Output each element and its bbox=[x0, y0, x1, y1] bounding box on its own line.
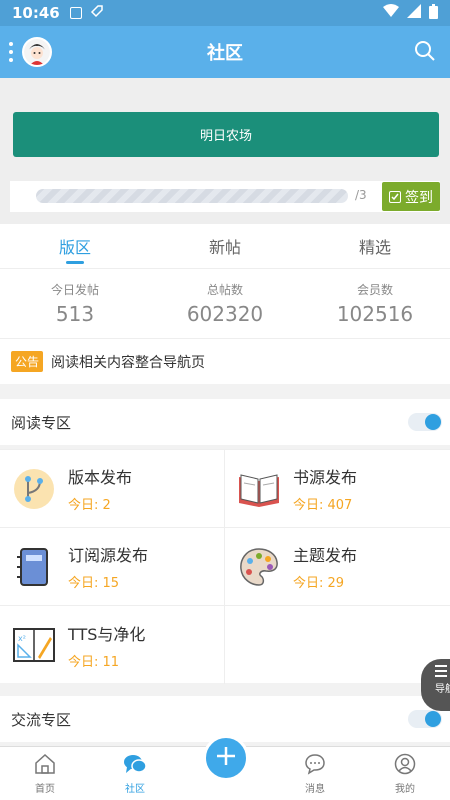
stat-label: 会员数 bbox=[356, 283, 393, 297]
board-item-version[interactable]: 版本发布 今日: 2 bbox=[0, 450, 225, 528]
signin-button-label: 签到 bbox=[405, 189, 433, 206]
stat-value: 102516 bbox=[336, 302, 414, 326]
board-name: 书源发布 bbox=[293, 468, 358, 487]
tab-label: 精选 bbox=[358, 238, 391, 257]
chat-icon bbox=[123, 753, 147, 780]
section-header-reading[interactable]: 阅读专区 bbox=[0, 399, 450, 445]
board-today-count: 今日: 2 bbox=[68, 498, 111, 513]
board-grid: 版本发布 今日: 2 书源发布 今日: 407 订阅源发布 今日: 15 主题发… bbox=[0, 449, 450, 684]
board-item-book-sources[interactable]: 书源发布 今日: 407 bbox=[225, 450, 450, 528]
open-book-icon bbox=[237, 467, 281, 511]
nav-label: 我的 bbox=[395, 784, 415, 795]
stat-members: 会员数 102516 bbox=[300, 269, 450, 338]
board-today-count: 今日: 29 bbox=[293, 576, 345, 591]
signal-icon bbox=[407, 4, 421, 22]
stat-total-posts: 总帖数 602320 bbox=[150, 269, 300, 338]
board-name: 订阅源发布 bbox=[68, 546, 149, 565]
board-name: TTS与净化 bbox=[68, 624, 146, 644]
signin-progress-bar bbox=[36, 189, 348, 203]
side-nav-button[interactable]: 导航 bbox=[421, 659, 450, 711]
stats-row: 今日发帖 513 总帖数 602320 会员数 102516 bbox=[0, 268, 450, 338]
board-today-count: 今日: 11 bbox=[68, 654, 120, 670]
nav-messages[interactable]: 消息 bbox=[270, 747, 360, 800]
section-title: 交流专区 bbox=[11, 710, 72, 729]
nav-profile[interactable]: 我的 bbox=[360, 747, 450, 800]
board-name: 版本发布 bbox=[68, 468, 133, 487]
stat-today-posts: 今日发帖 513 bbox=[0, 269, 150, 338]
checkbox-icon bbox=[389, 190, 401, 203]
stat-value: 513 bbox=[55, 302, 95, 326]
board-today-count: 今日: 15 bbox=[68, 576, 120, 591]
status-bar: 10:46 bbox=[0, 0, 450, 26]
tab-featured[interactable]: 精选 bbox=[300, 224, 450, 268]
notebook-icon bbox=[12, 545, 56, 589]
board-name: 主题发布 bbox=[293, 546, 358, 565]
nav-community[interactable]: 社区 bbox=[90, 747, 180, 800]
new-post-button[interactable] bbox=[203, 735, 249, 781]
section-collapse-toggle[interactable] bbox=[408, 413, 442, 431]
avatar[interactable] bbox=[22, 37, 52, 67]
section-title: 阅读专区 bbox=[11, 413, 72, 432]
math-tools-icon: x² bbox=[12, 623, 56, 667]
plus-icon bbox=[215, 745, 237, 771]
palette-icon bbox=[237, 545, 281, 589]
signin-progress-label: /3 bbox=[355, 188, 367, 202]
nav-home[interactable]: 首页 bbox=[0, 747, 90, 800]
photo-notification-icon bbox=[69, 7, 82, 19]
stat-label: 总帖数 bbox=[206, 283, 243, 297]
menu-dots-icon[interactable] bbox=[9, 42, 13, 62]
tab-label: 新帖 bbox=[208, 238, 241, 257]
wifi-icon bbox=[383, 4, 399, 22]
nav-label: 首页 bbox=[35, 784, 55, 795]
section-collapse-toggle[interactable] bbox=[408, 710, 442, 728]
signin-button[interactable]: 签到 bbox=[382, 182, 440, 211]
board-item-subscriptions[interactable]: 订阅源发布 今日: 15 bbox=[0, 528, 225, 606]
nav-label: 社区 bbox=[125, 784, 145, 795]
farm-banner[interactable]: 明日农场 bbox=[13, 112, 439, 157]
board-today-count: 今日: 407 bbox=[293, 498, 353, 513]
app-bar: 社区 bbox=[0, 26, 450, 78]
search-icon[interactable] bbox=[414, 40, 436, 66]
side-nav-label: 导航 bbox=[435, 684, 450, 695]
notice-bar[interactable]: 公告 阅读相关内容整合导航页 bbox=[0, 338, 450, 384]
svg-text:x²: x² bbox=[18, 634, 26, 643]
home-icon bbox=[34, 753, 56, 780]
message-icon bbox=[304, 753, 326, 780]
profile-icon bbox=[394, 753, 416, 780]
banner-label: 明日农场 bbox=[199, 129, 252, 144]
nav-label: 消息 bbox=[305, 784, 325, 795]
tab-bar: 版区 新帖 精选 bbox=[0, 224, 450, 268]
notice-text: 阅读相关内容整合导航页 bbox=[51, 354, 206, 371]
stat-value: 602320 bbox=[186, 302, 264, 326]
tag-notification-icon bbox=[90, 4, 104, 22]
board-item-themes[interactable]: 主题发布 今日: 29 bbox=[225, 528, 450, 606]
board-item-tts[interactable]: x² TTS与净化 今日: 11 bbox=[0, 606, 225, 684]
notice-tag: 公告 bbox=[11, 351, 44, 372]
tab-boards[interactable]: 版区 bbox=[0, 224, 150, 268]
battery-icon bbox=[429, 3, 438, 23]
stat-label: 今日发帖 bbox=[50, 283, 99, 297]
page-title: 社区 bbox=[207, 43, 243, 64]
tab-new-posts[interactable]: 新帖 bbox=[150, 224, 300, 268]
status-time: 10:46 bbox=[12, 4, 60, 22]
tab-label: 版区 bbox=[58, 238, 91, 257]
version-branch-icon bbox=[12, 467, 56, 511]
